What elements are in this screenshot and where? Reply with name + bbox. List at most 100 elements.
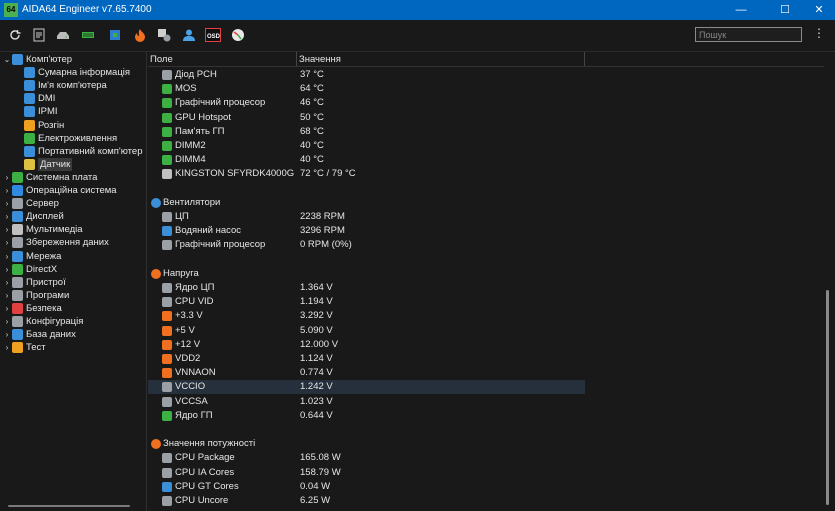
- tree-item[interactable]: › Конфігурація: [2, 315, 83, 328]
- close-button[interactable]: ✕: [800, 0, 835, 20]
- tree-horizontal-scrollbar[interactable]: [8, 505, 130, 507]
- cpu-ia-icon: [162, 467, 172, 478]
- list-item[interactable]: VDD2 1.124 V: [148, 352, 585, 366]
- chevron-right-icon[interactable]: ›: [2, 276, 12, 289]
- list-item[interactable]: Діод PCH 37 °C: [148, 68, 585, 82]
- tree-item[interactable]: › Програми: [2, 289, 69, 302]
- list-item[interactable]: VNNAON 0.774 V: [148, 366, 585, 380]
- tree-item[interactable]: › Тест: [2, 341, 46, 354]
- list-item[interactable]: Графічний процесор 0 RPM (0%): [148, 238, 585, 252]
- list-item[interactable]: DIMM4 40 °C: [148, 153, 585, 167]
- list-item[interactable]: ЦП 2238 RPM: [148, 210, 585, 224]
- tree-item[interactable]: IPMI: [14, 105, 58, 118]
- column-header-field[interactable]: Поле: [150, 54, 173, 65]
- osd-icon[interactable]: OSD: [205, 27, 221, 43]
- chevron-right-icon[interactable]: ›: [2, 315, 12, 328]
- list-item[interactable]: Графічний процесор 46 °C: [148, 96, 585, 110]
- field-value: 0 RPM (0%): [300, 239, 352, 251]
- tree-item[interactable]: › Операційна система: [2, 184, 117, 197]
- cpu-icon[interactable]: [107, 27, 123, 43]
- column-divider[interactable]: [296, 52, 297, 66]
- tree-item[interactable]: Електроживлення: [14, 132, 117, 145]
- list-item[interactable]: CPU IA Cores 158.79 W: [148, 466, 585, 480]
- tree-item[interactable]: › Системна плата: [2, 171, 97, 184]
- field-value: 3296 RPM: [300, 225, 345, 237]
- chevron-right-icon[interactable]: ›: [2, 250, 12, 263]
- chevron-right-icon[interactable]: ›: [2, 184, 12, 197]
- tree-item[interactable]: › База даних: [2, 328, 76, 341]
- tree-item[interactable]: › Мережа: [2, 250, 61, 263]
- list-item[interactable]: +3.3 V 3.292 V: [148, 309, 585, 323]
- tree-item[interactable]: › Мультимедіа: [2, 223, 83, 236]
- memory-icon[interactable]: [80, 27, 96, 43]
- chevron-right-icon[interactable]: ›: [2, 210, 12, 223]
- list-item[interactable]: Ядро ЦП 1.364 V: [148, 281, 585, 295]
- section-title: Напруга: [163, 267, 199, 279]
- list-item[interactable]: +5 V 5.090 V: [148, 324, 585, 338]
- system-info-icon[interactable]: [156, 27, 172, 43]
- tree-item[interactable]: › Сервер: [2, 197, 59, 210]
- minimize-button[interactable]: —: [722, 0, 760, 20]
- chevron-right-icon[interactable]: ›: [2, 223, 12, 236]
- tree-item[interactable]: Датчик: [14, 157, 73, 171]
- list-item[interactable]: DIMM2 40 °C: [148, 139, 585, 153]
- chevron-right-icon[interactable]: ›: [2, 328, 12, 341]
- chevron-right-icon[interactable]: ›: [2, 341, 12, 354]
- refresh-icon[interactable]: [7, 27, 23, 43]
- list-item[interactable]: GPU Hotspot 50 °C: [148, 111, 585, 125]
- list-item[interactable]: Водяний насос 3296 RPM: [148, 224, 585, 238]
- config-icon: [12, 316, 23, 327]
- list-item[interactable]: Ядро ГП 0.644 V: [148, 409, 585, 423]
- tree-item-label: Мережа: [26, 250, 62, 262]
- chevron-right-icon[interactable]: ›: [2, 236, 12, 249]
- tree-item[interactable]: › DirectX: [2, 263, 57, 276]
- tree-item-label: Дисплей: [26, 211, 64, 223]
- sensor-gauge-icon[interactable]: [230, 27, 246, 43]
- tree-item[interactable]: › Пристрої: [2, 276, 66, 289]
- report-icon[interactable]: [31, 27, 47, 43]
- column-divider[interactable]: [584, 52, 585, 66]
- tree-item[interactable]: Ім'я комп'ютера: [14, 79, 107, 92]
- list-item[interactable]: KINGSTON SFYRDK4000G 72 °C / 79 °C: [148, 167, 585, 181]
- tree-item[interactable]: DMI: [14, 92, 55, 105]
- pane-splitter[interactable]: [146, 52, 147, 511]
- tree-item[interactable]: ⌄ Комп'ютер: [2, 53, 72, 66]
- chevron-right-icon[interactable]: ›: [2, 289, 12, 302]
- flame-icon[interactable]: [132, 27, 148, 43]
- field-name: DIMM4: [175, 154, 206, 166]
- chevron-right-icon[interactable]: ›: [2, 171, 12, 184]
- list-item[interactable]: VCCIO 1.242 V: [148, 380, 585, 395]
- chevron-right-icon[interactable]: ›: [2, 197, 12, 210]
- tree-item[interactable]: › Дисплей: [2, 210, 64, 223]
- column-header-value[interactable]: Значення: [299, 54, 341, 65]
- tree-item-label: Системна плата: [26, 171, 98, 183]
- list-item[interactable]: VCCSA 1.023 V: [148, 395, 585, 409]
- search-input[interactable]: Пошук: [695, 27, 802, 42]
- drive-icon[interactable]: [55, 27, 71, 43]
- tree-item[interactable]: › Збереження даних: [2, 236, 109, 249]
- chevron-right-icon[interactable]: ›: [2, 302, 12, 315]
- tree-item[interactable]: Портативний комп'ютер: [14, 145, 142, 158]
- list-item[interactable]: MOS 64 °C: [148, 82, 585, 96]
- list-item[interactable]: CPU Uncore 6.25 W: [148, 494, 585, 508]
- chevron-down-icon[interactable]: ⌄: [2, 53, 12, 66]
- tree-item[interactable]: › Безпека: [2, 302, 62, 315]
- list-item[interactable]: CPU VID 1.194 V: [148, 295, 585, 309]
- field-name: +12 V: [175, 338, 201, 350]
- list-vertical-scrollbar[interactable]: [826, 290, 829, 505]
- tree-item[interactable]: Сумарна інформація: [14, 66, 130, 79]
- laptop-icon: [24, 145, 35, 157]
- list-item[interactable]: CPU Package 165.08 W: [148, 451, 585, 465]
- user-icon[interactable]: [181, 27, 197, 43]
- tree-item-label: Розгін: [38, 119, 65, 131]
- chevron-right-icon[interactable]: ›: [2, 263, 12, 276]
- maximize-button[interactable]: ☐: [766, 0, 804, 20]
- field-name: GPU Hotspot: [175, 111, 231, 123]
- field-name: CPU Uncore: [175, 495, 229, 506]
- list-item[interactable]: CPU GT Cores 0.04 W: [148, 480, 585, 494]
- field-name: Діод PCH: [175, 69, 217, 80]
- more-options-icon[interactable]: ⋮: [813, 26, 825, 40]
- list-item[interactable]: +12 V 12.000 V: [148, 338, 585, 352]
- list-item[interactable]: Пам'ять ГП 68 °C: [148, 125, 585, 139]
- tree-item[interactable]: Розгін: [14, 119, 64, 132]
